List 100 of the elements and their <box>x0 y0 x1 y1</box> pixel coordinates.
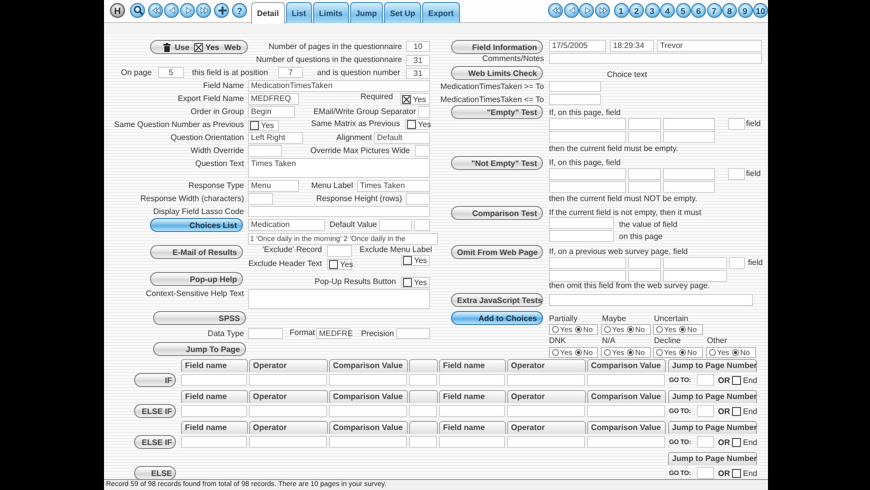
rule-button[interactable]: ELSE IF <box>134 435 176 449</box>
page-number-button[interactable]: 1 <box>614 3 628 18</box>
input-field[interactable]: 31 <box>406 68 430 79</box>
input-field[interactable] <box>628 181 661 193</box>
input-field[interactable]: Trevor <box>657 40 762 52</box>
tab[interactable]: Limits <box>313 2 349 23</box>
input-field[interactable] <box>549 168 626 180</box>
input-field[interactable] <box>414 219 430 231</box>
action-button[interactable]: Omit From Web Page <box>451 245 543 259</box>
input-field[interactable] <box>396 328 430 339</box>
input-field[interactable] <box>628 257 661 269</box>
input-field[interactable] <box>409 436 437 448</box>
input-field[interactable] <box>628 168 661 180</box>
input-field[interactable] <box>628 270 661 282</box>
input-field[interactable]: Times Taken <box>248 158 430 178</box>
input-field[interactable] <box>379 219 412 231</box>
rule-button[interactable]: ELSE <box>134 466 176 480</box>
end-checkbox[interactable]: End <box>731 375 757 386</box>
page-number-button[interactable]: 5 <box>676 3 690 18</box>
input-field[interactable] <box>729 257 745 269</box>
input-field[interactable] <box>549 257 626 269</box>
input-field[interactable] <box>549 230 614 242</box>
help-button[interactable]: ? <box>232 3 247 18</box>
input-field[interactable]: Menu <box>248 180 299 192</box>
input-field[interactable] <box>697 405 714 417</box>
action-button[interactable]: Choices List <box>150 218 243 232</box>
page-number-button[interactable]: 2 <box>629 3 644 18</box>
yes-checkbox[interactable]: Yes <box>401 277 430 288</box>
input-field[interactable] <box>697 467 714 479</box>
input-field[interactable] <box>663 118 715 130</box>
last-record-button[interactable] <box>594 3 610 18</box>
tab[interactable]: List <box>286 2 312 23</box>
input-field[interactable] <box>248 206 430 217</box>
input-field[interactable]: MedicationTimesTaken <box>248 80 430 92</box>
input-field[interactable] <box>329 405 407 417</box>
input-field[interactable] <box>549 118 626 130</box>
input-field[interactable] <box>587 405 665 417</box>
tab[interactable]: Jump <box>350 2 383 23</box>
end-checkbox[interactable]: End <box>731 406 757 417</box>
input-field[interactable] <box>549 294 753 306</box>
input-field[interactable] <box>663 270 727 282</box>
action-button[interactable]: "Not Empty" Test <box>451 156 543 170</box>
page-number-button[interactable]: 3 <box>644 3 660 18</box>
input-field[interactable] <box>507 374 585 386</box>
input-field[interactable] <box>507 436 585 448</box>
input-field[interactable] <box>439 405 505 417</box>
input-field[interactable]: Begin <box>248 106 295 118</box>
input-field[interactable] <box>697 436 714 448</box>
input-field[interactable] <box>329 436 407 448</box>
input-field[interactable] <box>329 374 407 386</box>
next-record-button[interactable] <box>180 3 195 18</box>
yes-checkbox[interactable]: Yes <box>401 255 430 266</box>
input-field[interactable] <box>549 270 626 282</box>
input-field[interactable]: 7 <box>278 67 303 78</box>
action-button[interactable]: E-Mail of Results <box>150 245 243 259</box>
page-number-button[interactable]: 7 <box>706 3 722 18</box>
input-field[interactable] <box>181 436 247 448</box>
input-field[interactable]: Default <box>374 132 430 144</box>
action-button[interactable]: Pop-up Help <box>150 272 243 286</box>
action-button[interactable]: Extra JavaScript Tests <box>451 293 543 307</box>
tab[interactable]: Export <box>422 2 460 23</box>
input-field[interactable] <box>439 374 505 386</box>
action-button[interactable]: Field Information <box>451 40 543 54</box>
input-field[interactable]: 10 <box>406 41 430 52</box>
page-number-button[interactable]: 9 <box>738 3 752 18</box>
input-field[interactable] <box>327 245 352 257</box>
input-field[interactable] <box>728 168 745 180</box>
last-record-button[interactable] <box>196 3 211 18</box>
input-field[interactable] <box>549 53 762 64</box>
yes-checkbox[interactable]: Yes <box>193 42 220 52</box>
yes-checkbox[interactable]: Yes <box>327 259 352 270</box>
input-field[interactable] <box>728 118 745 130</box>
input-field[interactable] <box>549 217 614 229</box>
input-field[interactable]: 5 <box>158 67 184 78</box>
input-field[interactable] <box>249 436 327 448</box>
rule-button[interactable]: IF <box>134 373 176 387</box>
input-field[interactable]: Times Taken <box>357 180 430 192</box>
input-field[interactable] <box>248 289 430 309</box>
action-button[interactable]: Web Limits Check <box>451 66 543 80</box>
action-button[interactable]: SPSS <box>153 311 246 325</box>
input-field[interactable]: 18:29:34 <box>610 40 654 52</box>
input-field[interactable] <box>248 328 283 339</box>
input-field[interactable] <box>415 145 430 157</box>
rule-button[interactable]: ELSE IF <box>134 404 176 418</box>
end-checkbox[interactable]: End <box>731 468 757 479</box>
page-number-button[interactable]: 6 <box>691 3 706 18</box>
end-checkbox[interactable]: End <box>731 437 757 448</box>
input-field[interactable]: MEDFREQ <box>248 93 299 105</box>
action-button[interactable]: "Empty" Test <box>451 105 543 119</box>
input-field[interactable] <box>628 131 661 143</box>
input-field[interactable] <box>663 168 715 180</box>
yes-checkbox[interactable]: Yes <box>248 120 279 131</box>
action-button[interactable]: Add to Choices <box>451 311 543 325</box>
input-field[interactable] <box>406 193 430 205</box>
input-field[interactable] <box>507 405 585 417</box>
input-field[interactable] <box>249 374 327 386</box>
input-field[interactable]: Medication <box>248 219 325 231</box>
search-button[interactable] <box>130 3 145 18</box>
trash-icon[interactable] <box>163 42 171 52</box>
input-field[interactable] <box>549 81 601 92</box>
